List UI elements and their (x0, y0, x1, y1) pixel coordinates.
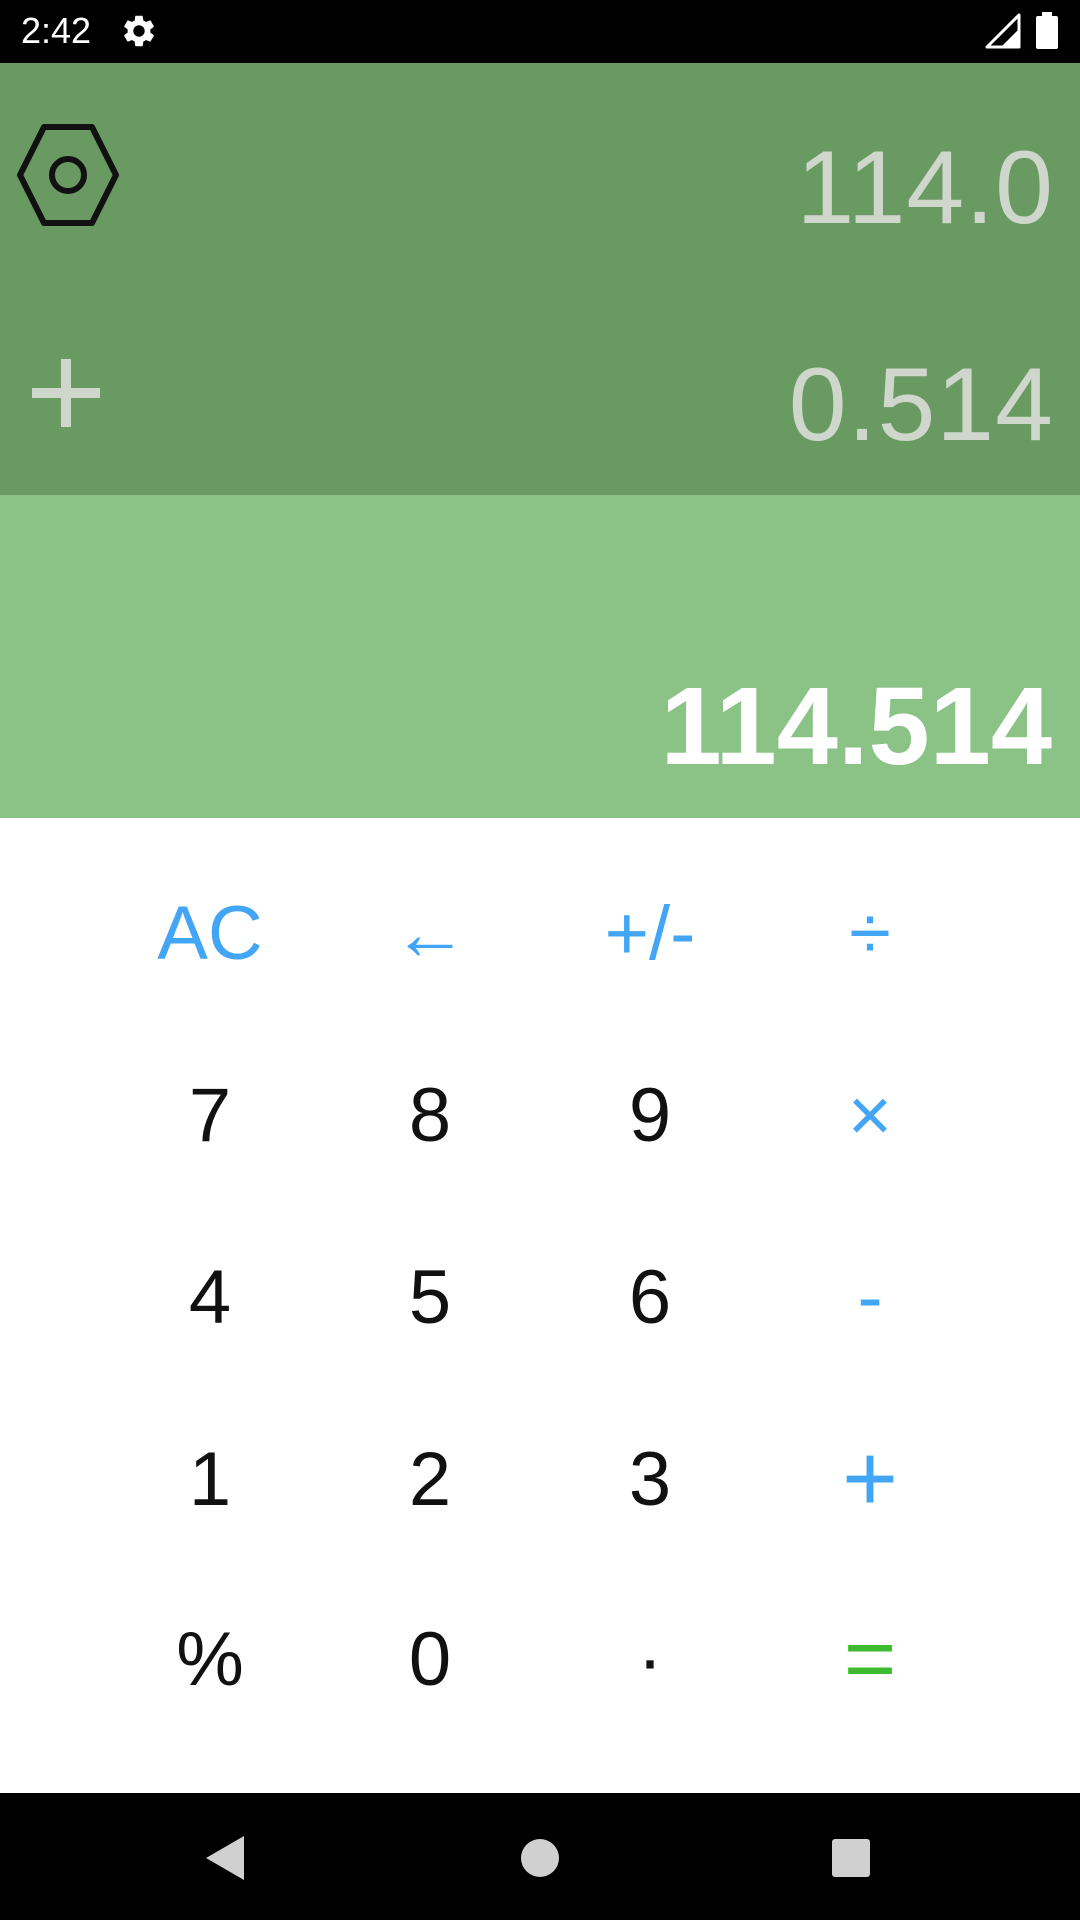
signal-icon (985, 13, 1021, 49)
digit-4-button[interactable]: 4 (100, 1207, 320, 1387)
digit-1-button[interactable]: 1 (100, 1389, 320, 1569)
history-area: 114.0 0.514 (0, 63, 1080, 495)
minus-button[interactable]: - (760, 1207, 980, 1387)
digit-2-button[interactable]: 2 (320, 1389, 540, 1569)
plus-button[interactable]: + (760, 1389, 980, 1569)
plus-operator-icon (32, 359, 100, 427)
status-time: 2:42 (21, 10, 92, 51)
result-area: 114.514 (0, 495, 1080, 818)
sign-toggle-button[interactable]: +/- (540, 843, 760, 1023)
digit-6-button[interactable]: 6 (540, 1207, 760, 1387)
hexagon-nut-icon[interactable] (12, 119, 124, 231)
digit-8-button[interactable]: 8 (320, 1025, 540, 1205)
gear-icon (124, 15, 154, 47)
keypad: AC ← +/- ÷ 7 8 9 × 4 5 6 - 1 2 3 + % 0 ·… (0, 818, 1080, 1793)
digit-3-button[interactable]: 3 (540, 1389, 760, 1569)
history-second-operand: 0.514 (788, 347, 1054, 463)
digit-5-button[interactable]: 5 (320, 1207, 540, 1387)
home-icon[interactable] (510, 1828, 570, 1888)
percent-button[interactable]: % (100, 1569, 320, 1749)
history-first-operand: 114.0 (796, 130, 1054, 246)
digit-7-button[interactable]: 7 (100, 1025, 320, 1205)
multiply-button[interactable]: × (760, 1025, 980, 1205)
decimal-point-button[interactable]: · (540, 1569, 760, 1749)
divide-button[interactable]: ÷ (760, 843, 980, 1023)
equals-button[interactable]: = (760, 1569, 980, 1749)
result-value: 114.514 (660, 665, 1052, 788)
clear-button[interactable]: AC (100, 843, 320, 1023)
backspace-button[interactable]: ← (320, 843, 540, 1023)
status-bar: 2:42 (0, 0, 1080, 63)
digit-0-button[interactable]: 0 (320, 1569, 540, 1749)
battery-icon (1036, 12, 1058, 49)
recents-icon[interactable] (821, 1828, 881, 1888)
navigation-bar (0, 1793, 1080, 1920)
digit-9-button[interactable]: 9 (540, 1025, 760, 1205)
back-icon[interactable] (196, 1828, 256, 1888)
